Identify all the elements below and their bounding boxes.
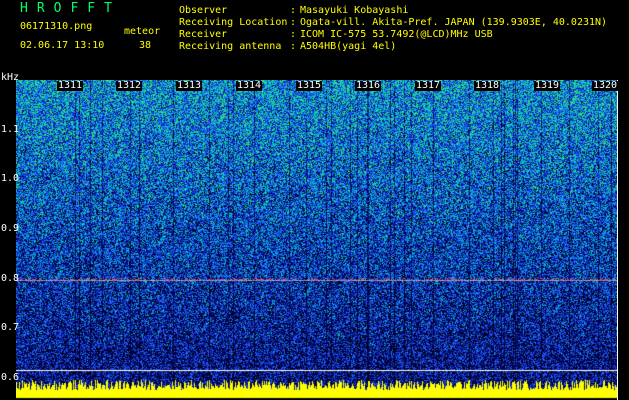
info-key-location: Receiving Location xyxy=(179,17,288,28)
image-filename: 06171310.png xyxy=(20,21,93,32)
y-tick-label: 1.1 xyxy=(1,124,20,135)
info-value-location: Ogata-vill. Akita-Pref. JAPAN (139.9303E… xyxy=(300,17,608,28)
info-separator: : xyxy=(290,29,297,40)
x-tick-label: 1318 xyxy=(474,80,501,91)
info-separator: : xyxy=(290,17,297,28)
app-title: HROFFT xyxy=(20,1,121,16)
observation-datetime: 02.06.17 13:10 xyxy=(20,40,105,51)
x-tick-label: 1311 xyxy=(57,80,84,91)
info-key-observer: Observer xyxy=(179,5,228,16)
y-tick-label: 0.9 xyxy=(1,223,20,234)
x-tick-label: 1317 xyxy=(415,80,442,91)
info-value-antenna: A504HB(yagi 4el) xyxy=(300,41,397,52)
meteor-count: 38 xyxy=(139,40,152,51)
y-tick-label: 0.8 xyxy=(1,273,20,284)
x-tick-label: 1312 xyxy=(116,80,143,91)
y-tick-label: 0.7 xyxy=(1,322,20,333)
info-value-observer: Masayuki Kobayashi xyxy=(300,5,409,16)
x-tick-label: 1319 xyxy=(534,80,561,91)
info-key-receiver: Receiver xyxy=(179,29,228,40)
plot-border xyxy=(617,80,618,400)
y-tick-label: 0.6 xyxy=(1,372,20,383)
info-value-receiver: ICOM IC-575 53.7492(@LCD)MHz USB xyxy=(300,29,493,40)
meteor-label: meteor xyxy=(124,26,161,37)
x-tick-label: 1316 xyxy=(355,80,382,91)
info-separator: : xyxy=(290,5,297,16)
x-tick-label: 1320 xyxy=(592,80,619,91)
info-separator: : xyxy=(290,41,297,52)
x-tick-label: 1315 xyxy=(296,80,323,91)
y-tick-label: 1.0 xyxy=(1,173,20,184)
x-tick-label: 1314 xyxy=(236,80,263,91)
info-key-antenna: Receiving antenna xyxy=(179,41,282,52)
x-tick-label: 1313 xyxy=(176,80,203,91)
spectrogram-plot xyxy=(16,80,617,400)
